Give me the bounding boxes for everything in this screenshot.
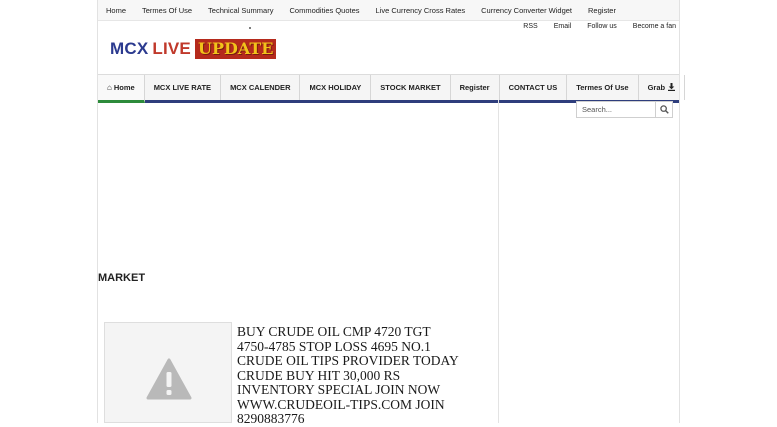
nav-item-mcx-holiday[interactable]: MCX HOLIDAY xyxy=(300,75,372,100)
social-links: RSS Email Follow us Become a fan xyxy=(507,20,676,32)
nav-item-label: Grab xyxy=(647,83,666,92)
top-link-commodities-quotes[interactable]: Commodities Quotes xyxy=(281,6,367,15)
search-icon xyxy=(659,105,669,114)
broken-image-warning-icon xyxy=(146,358,192,400)
top-link-register[interactable]: Register xyxy=(580,6,624,15)
nav-item-terms[interactable]: Termes Of Use xyxy=(567,75,639,100)
nav-item-stock-market[interactable]: STOCK MARKET xyxy=(371,75,451,100)
top-link-terms[interactable]: Termes Of Use xyxy=(134,6,200,15)
search-box xyxy=(576,101,673,118)
post-thumbnail[interactable] xyxy=(104,322,232,423)
nav-item-register[interactable]: Register xyxy=(451,75,500,100)
top-menu-bar: Home Termes Of Use Technical Summary Com… xyxy=(98,0,679,21)
site-logo[interactable]: MCX LIVE UPDATE xyxy=(110,36,277,62)
top-link-currency-cross-rates[interactable]: Live Currency Cross Rates xyxy=(368,6,474,15)
main-nav: ⌂ Home MCX LIVE RATE MCX CALENDER MCX HO… xyxy=(98,74,686,103)
section-title: MARKET xyxy=(98,272,146,284)
nav-item-label: Home xyxy=(113,83,135,92)
logo-text-live: LIVE xyxy=(152,39,191,58)
logo-text-update: UPDATE xyxy=(194,39,277,59)
search-button[interactable] xyxy=(655,102,672,117)
logo-dot xyxy=(249,27,251,29)
download-icon xyxy=(668,82,676,93)
page-frame: Home Termes Of Use Technical Summary Com… xyxy=(97,0,686,426)
column-divider xyxy=(498,100,499,423)
nav-item-mcx-live-rate[interactable]: MCX LIVE RATE xyxy=(145,75,222,100)
email-link[interactable]: Email xyxy=(554,23,572,30)
home-icon: ⌂ xyxy=(107,83,112,92)
follow-us-link[interactable]: Follow us xyxy=(587,23,617,30)
post-title[interactable]: BUY CRUDE OIL CMP 4720 TGT 4750-4785 STO… xyxy=(237,324,462,427)
top-link-currency-converter[interactable]: Currency Converter Widget xyxy=(473,6,580,15)
search-input[interactable] xyxy=(577,102,655,117)
top-link-technical-summary[interactable]: Technical Summary xyxy=(200,6,281,15)
nav-item-contact-us[interactable]: CONTACT US xyxy=(500,75,568,100)
nav-item-grab[interactable]: Grab xyxy=(639,75,686,100)
rss-link[interactable]: RSS xyxy=(523,23,537,30)
become-a-fan-link[interactable]: Become a fan xyxy=(633,23,676,30)
top-link-home[interactable]: Home xyxy=(98,6,134,15)
logo-text-mcx: MCX xyxy=(110,39,149,58)
nav-item-home[interactable]: ⌂ Home xyxy=(98,75,145,103)
nav-item-mcx-calender[interactable]: MCX CALENDER xyxy=(221,75,301,100)
